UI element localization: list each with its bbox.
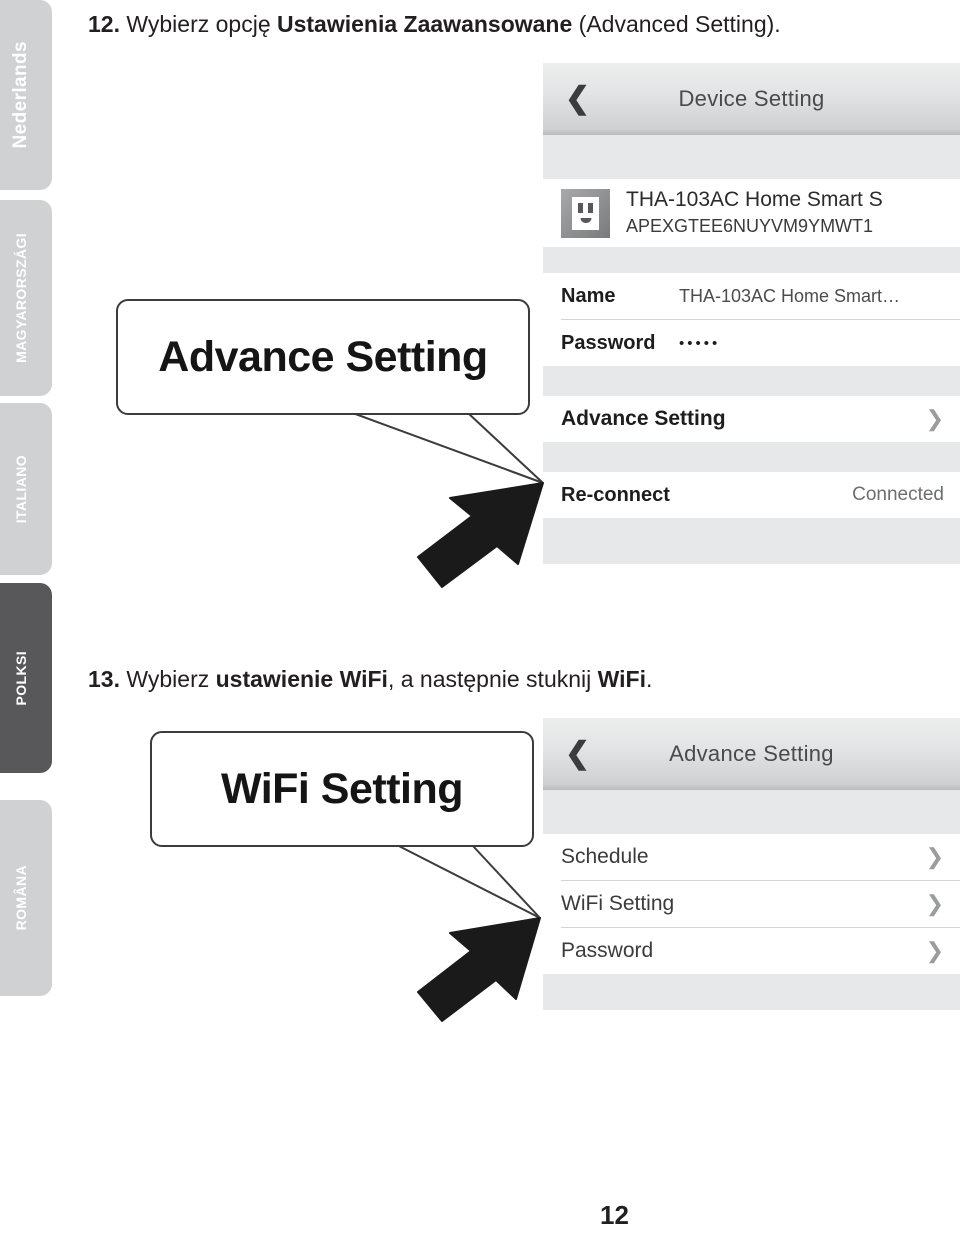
- navigation-bar: ❮ Device Setting: [543, 63, 960, 135]
- callout-bubble-advance-setting: Advance Setting: [116, 299, 530, 415]
- navigation-bar: ❮ Advance Setting: [543, 718, 960, 790]
- callout-label: Advance Setting: [158, 332, 488, 381]
- row-status-value: Connected: [852, 484, 944, 505]
- step-12-bold-term: Ustawienia Zaawansowane: [277, 11, 573, 37]
- row-value-masked: •••••: [679, 334, 721, 352]
- row-wifi-setting[interactable]: WiFi Setting ❯: [543, 881, 960, 927]
- row-value: THA-103AC Home Smart…: [679, 285, 901, 306]
- row-label: Advance Setting: [561, 407, 726, 430]
- sidebar-tab-label: POLKSI: [13, 650, 29, 706]
- step-13-text-before: Wybierz: [119, 666, 216, 692]
- chevron-right-icon: ❯: [925, 938, 944, 963]
- callout-bubble-wifi-setting: WiFi Setting: [150, 731, 534, 847]
- step-13-text-mid: , a następnie stuknij: [387, 666, 598, 692]
- section-gap: [543, 974, 960, 1010]
- section-gap: [543, 442, 960, 472]
- phone-screenshot-advance-setting: ❮ Advance Setting Schedule ❯ WiFi Settin…: [543, 718, 960, 1010]
- sidebar-tab-label: ITALIANO: [13, 454, 29, 524]
- sidebar-tab-italiano[interactable]: ITALIANO: [0, 403, 52, 575]
- section-gap: [543, 366, 960, 396]
- sidebar-tab-label: Nederlands: [10, 41, 31, 149]
- row-advance-setting[interactable]: Advance Setting ❯: [543, 396, 960, 442]
- section-gap: [543, 518, 960, 564]
- callout-wifi-setting: WiFi Setting: [140, 728, 570, 1022]
- row-password[interactable]: Password ❯: [543, 928, 960, 974]
- step-13-number: 13.: [88, 666, 120, 692]
- section-gap: [543, 790, 960, 834]
- sidebar-tab-label: ROMÂNA: [13, 865, 29, 931]
- section-gap: [543, 247, 960, 273]
- nav-title: Device Setting: [678, 86, 825, 111]
- phone-screenshot-device-setting: ❮ Device Setting THA-103AC Home Smart S …: [543, 63, 960, 564]
- sidebar-tab-polksi[interactable]: POLKSI: [0, 583, 52, 773]
- callout-label: WiFi Setting: [220, 764, 464, 813]
- chevron-right-icon: ❯: [925, 891, 944, 916]
- row-label: Password: [561, 939, 654, 962]
- step-12-text-before: Wybierz opcję: [119, 11, 277, 37]
- row-label: Name: [561, 284, 616, 307]
- callout-advance-setting: Advance Setting: [100, 295, 570, 588]
- nav-title: Advance Setting: [669, 741, 834, 766]
- step-13-bold-term-2: WiFi: [597, 666, 646, 692]
- row-schedule[interactable]: Schedule ❯: [543, 834, 960, 880]
- device-name: THA-103AC Home Smart S: [626, 188, 883, 211]
- step-12-text-after: (Advanced Setting).: [572, 11, 781, 37]
- language-tab-rail: Nederlands MAGYARORSZÁGI ITALIANO POLKSI…: [0, 0, 52, 1010]
- chevron-right-icon: ❯: [925, 406, 944, 431]
- row-reconnect[interactable]: Re-connect Connected: [543, 472, 960, 518]
- row-name[interactable]: Name THA-103AC Home Smart…: [543, 273, 960, 319]
- chevron-right-icon: ❯: [925, 844, 944, 869]
- sidebar-tab-nederlands[interactable]: Nederlands: [0, 0, 52, 190]
- step-13-instruction: 13. Wybierz ustawienie WiFi, a następnie…: [88, 665, 652, 693]
- sidebar-tab-romana[interactable]: ROMÂNA: [0, 800, 52, 996]
- chevron-left-icon[interactable]: ❮: [565, 84, 590, 114]
- device-summary-row[interactable]: THA-103AC Home Smart S APEXGTEE6NUYVM9YM…: [543, 179, 960, 247]
- step-12-number: 12.: [88, 11, 120, 37]
- sidebar-tab-magyarorszagi[interactable]: MAGYARORSZÁGI: [0, 200, 52, 396]
- page-number: 12: [600, 1200, 629, 1230]
- section-gap: [543, 135, 960, 179]
- step-12-instruction: 12. Wybierz opcję Ustawienia Zaawansowan…: [88, 10, 781, 38]
- sidebar-tab-label: MAGYARORSZÁGI: [13, 233, 29, 363]
- row-label: Re-connect: [561, 483, 670, 506]
- row-label: WiFi Setting: [561, 892, 675, 915]
- device-id: APEXGTEE6NUYVM9YMWT1: [626, 216, 874, 236]
- step-13-text-after: .: [645, 666, 653, 692]
- power-outlet-icon: [561, 188, 610, 238]
- step-13-bold-term-1: ustawienie WiFi: [215, 666, 388, 692]
- row-password[interactable]: Password •••••: [543, 320, 960, 366]
- row-label: Schedule: [561, 845, 649, 868]
- row-label: Password: [561, 331, 656, 354]
